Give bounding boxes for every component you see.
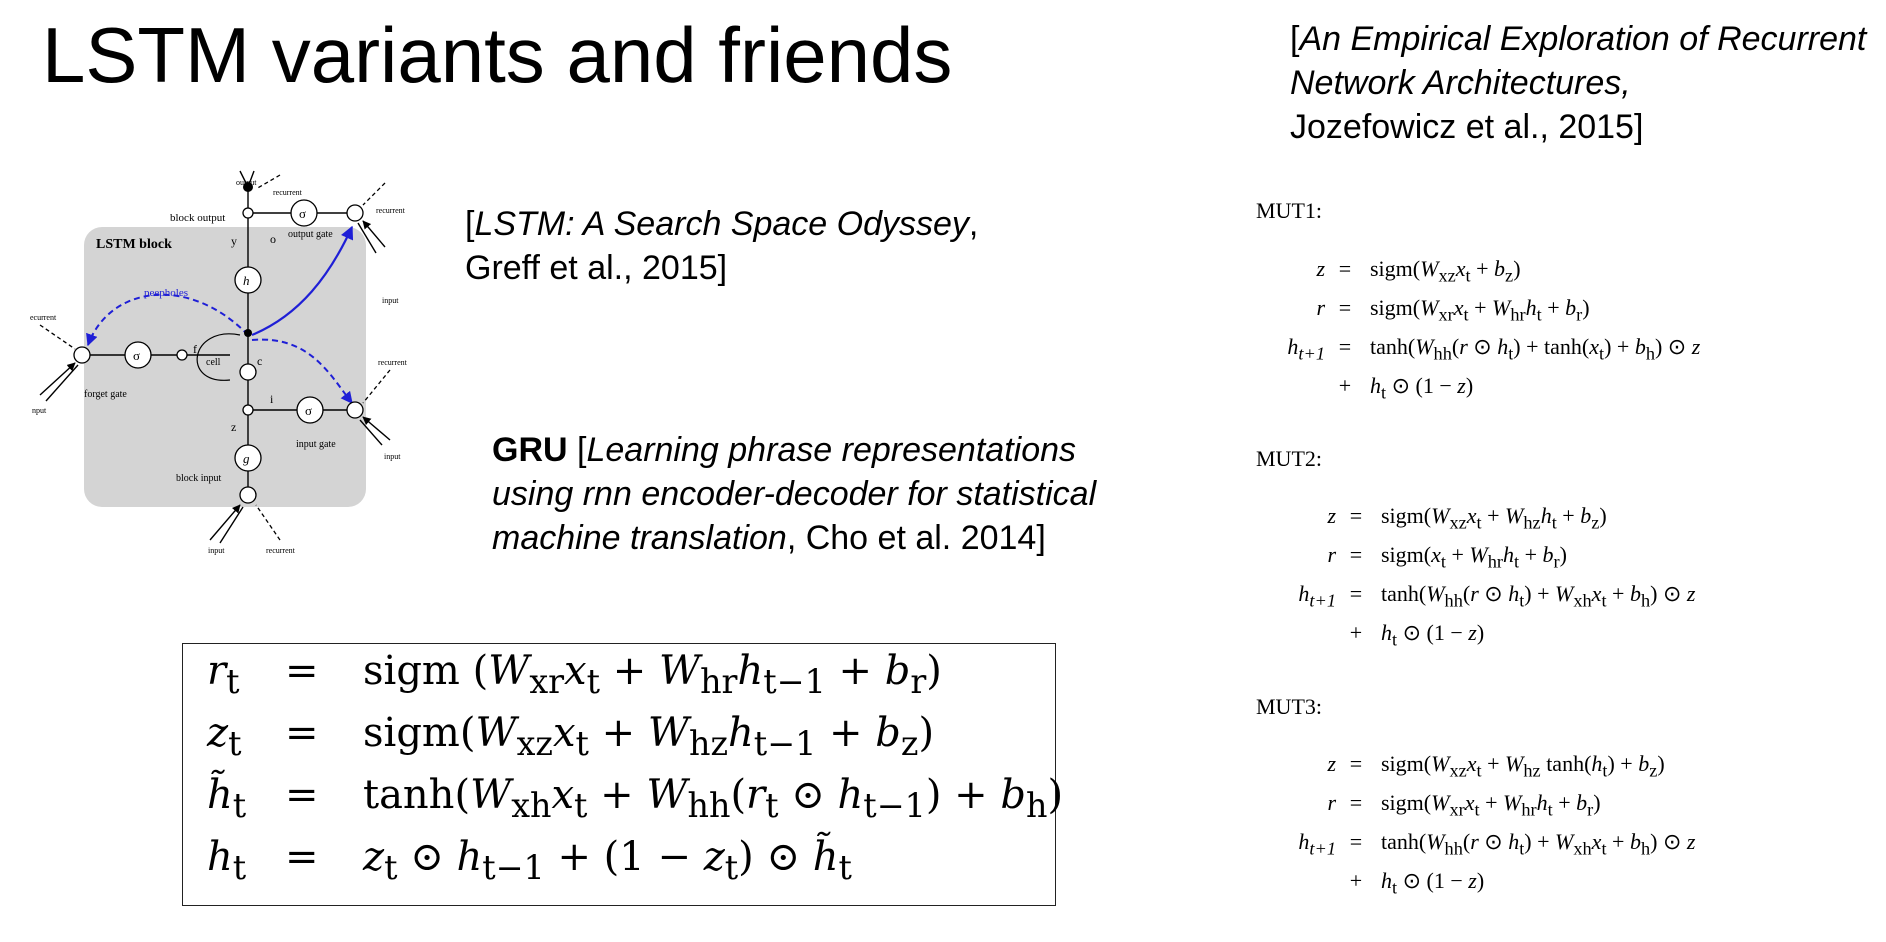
input-gate-label: input gate: [296, 439, 336, 450]
citation-open-bracket: [: [567, 431, 587, 469]
input-right-top-label: input: [382, 296, 399, 305]
input-left-label: nput: [32, 406, 47, 415]
equation-op: =: [285, 834, 319, 880]
citation-comma: ,: [968, 205, 979, 243]
citation-gru: GRU [Learning phrase representations usi…: [492, 428, 1112, 560]
output-tanh-h: h: [243, 273, 250, 288]
gru-equation-row: ht = zt ⊙ ht−1 + (1 − zt) ⊙ h̃t: [183, 834, 1055, 894]
forget-gate-sigma: σ: [133, 348, 140, 363]
cell-label: cell: [206, 357, 221, 368]
z-label: z: [231, 420, 236, 434]
f-label: f: [193, 342, 197, 356]
recurrent-right-top-label: recurrent: [376, 206, 406, 215]
y-label: y: [231, 234, 237, 248]
equation-op: =: [285, 648, 319, 694]
input-multiply-node: [242, 404, 254, 416]
cell-sum-node: [239, 363, 257, 381]
gru-label: GRU: [492, 431, 568, 469]
citation-title: An Empirical Exploration of Recurrent Ne…: [1290, 20, 1867, 102]
gru-equation-row: h̃t = tanh(Wxhxt + Whh(rt ⊙ ht−1) + bh): [183, 772, 1063, 832]
output-gate-sum-node: [346, 204, 364, 222]
output-gate-sigma: σ: [299, 206, 306, 221]
lstm-block-diagram: LSTM block block output output recurrent…: [30, 170, 408, 555]
input-gate-sigma: σ: [305, 403, 312, 418]
citation-greff: [LSTM: A Search Space Odyssey, Greff et a…: [465, 202, 978, 290]
gru-equations-box: rt = sigm (Wxrxt + Whrht−1 + br) zt = si…: [182, 643, 1063, 906]
mut1-label: MUT1:: [1256, 198, 1322, 223]
equation-lhs: ht: [207, 834, 247, 887]
citation-title: LSTM: A Search Space Odyssey: [474, 205, 969, 243]
citation-authors: Greff et al., 2015]: [465, 249, 728, 287]
block-input-g: g: [243, 451, 250, 466]
block-output-label: block output: [170, 212, 225, 224]
block-input-sum-node: [239, 486, 257, 504]
recurrent-bottom-label: recurrent: [266, 546, 296, 555]
equation-lhs: zt: [207, 710, 242, 763]
forget-sum-node: [73, 346, 91, 364]
c-label: c: [257, 354, 262, 368]
input-gate-sum-node: [346, 401, 364, 419]
peepholes-label: peepholes: [144, 287, 188, 299]
mut3-label: MUT3:: [1256, 694, 1322, 719]
slide-title: LSTM variants and friends: [42, 11, 953, 99]
recurrent-right-mid-label: recurrent: [378, 358, 408, 367]
recurrent-left-label: ecurrent: [30, 313, 57, 322]
block-input-label: block input: [176, 473, 221, 484]
o-label: o: [270, 232, 276, 246]
citation-authors: , Cho et al. 2014]: [786, 519, 1046, 557]
citation-jozefowicz: [An Empirical Exploration of Recurrent N…: [1290, 17, 1870, 149]
equation-lhs: h̃t: [207, 772, 247, 825]
equation-op: =: [285, 772, 319, 818]
output-gate-label: output gate: [288, 229, 333, 240]
equation-rhs: zt ⊙ ht−1 + (1 − zt) ⊙ h̃t: [363, 834, 852, 887]
equation-rhs: sigm(Wxzxt + Whzht−1 + bz): [363, 710, 935, 763]
input-right-bottom-label: input: [384, 452, 401, 461]
equation-rhs: tanh(Wxhxt + Whh(rt ⊙ ht−1) + bh): [363, 772, 1064, 825]
equation-lhs: rt: [207, 648, 240, 701]
citation-authors: Jozefowicz et al., 2015]: [1290, 108, 1644, 146]
mut2-label: MUT2:: [1256, 446, 1322, 471]
forget-gate-label: forget gate: [84, 389, 127, 400]
forget-multiply-node: [176, 349, 188, 361]
output-multiply-node: [242, 207, 254, 219]
input-bottom-label: input: [208, 546, 225, 555]
gru-equation-row: rt = sigm (Wxrxt + Whrht−1 + br): [183, 648, 1055, 708]
lstm-block-background: [84, 227, 366, 507]
recurrent-top-label: recurrent: [273, 188, 303, 197]
equation-op: =: [285, 710, 319, 756]
lstm-block-title: LSTM block: [96, 237, 172, 252]
equation-rhs: sigm (Wxrxt + Whrht−1 + br): [363, 648, 942, 701]
gru-equation-row: zt = sigm(Wxzxt + Whzht−1 + bz): [183, 710, 1055, 770]
